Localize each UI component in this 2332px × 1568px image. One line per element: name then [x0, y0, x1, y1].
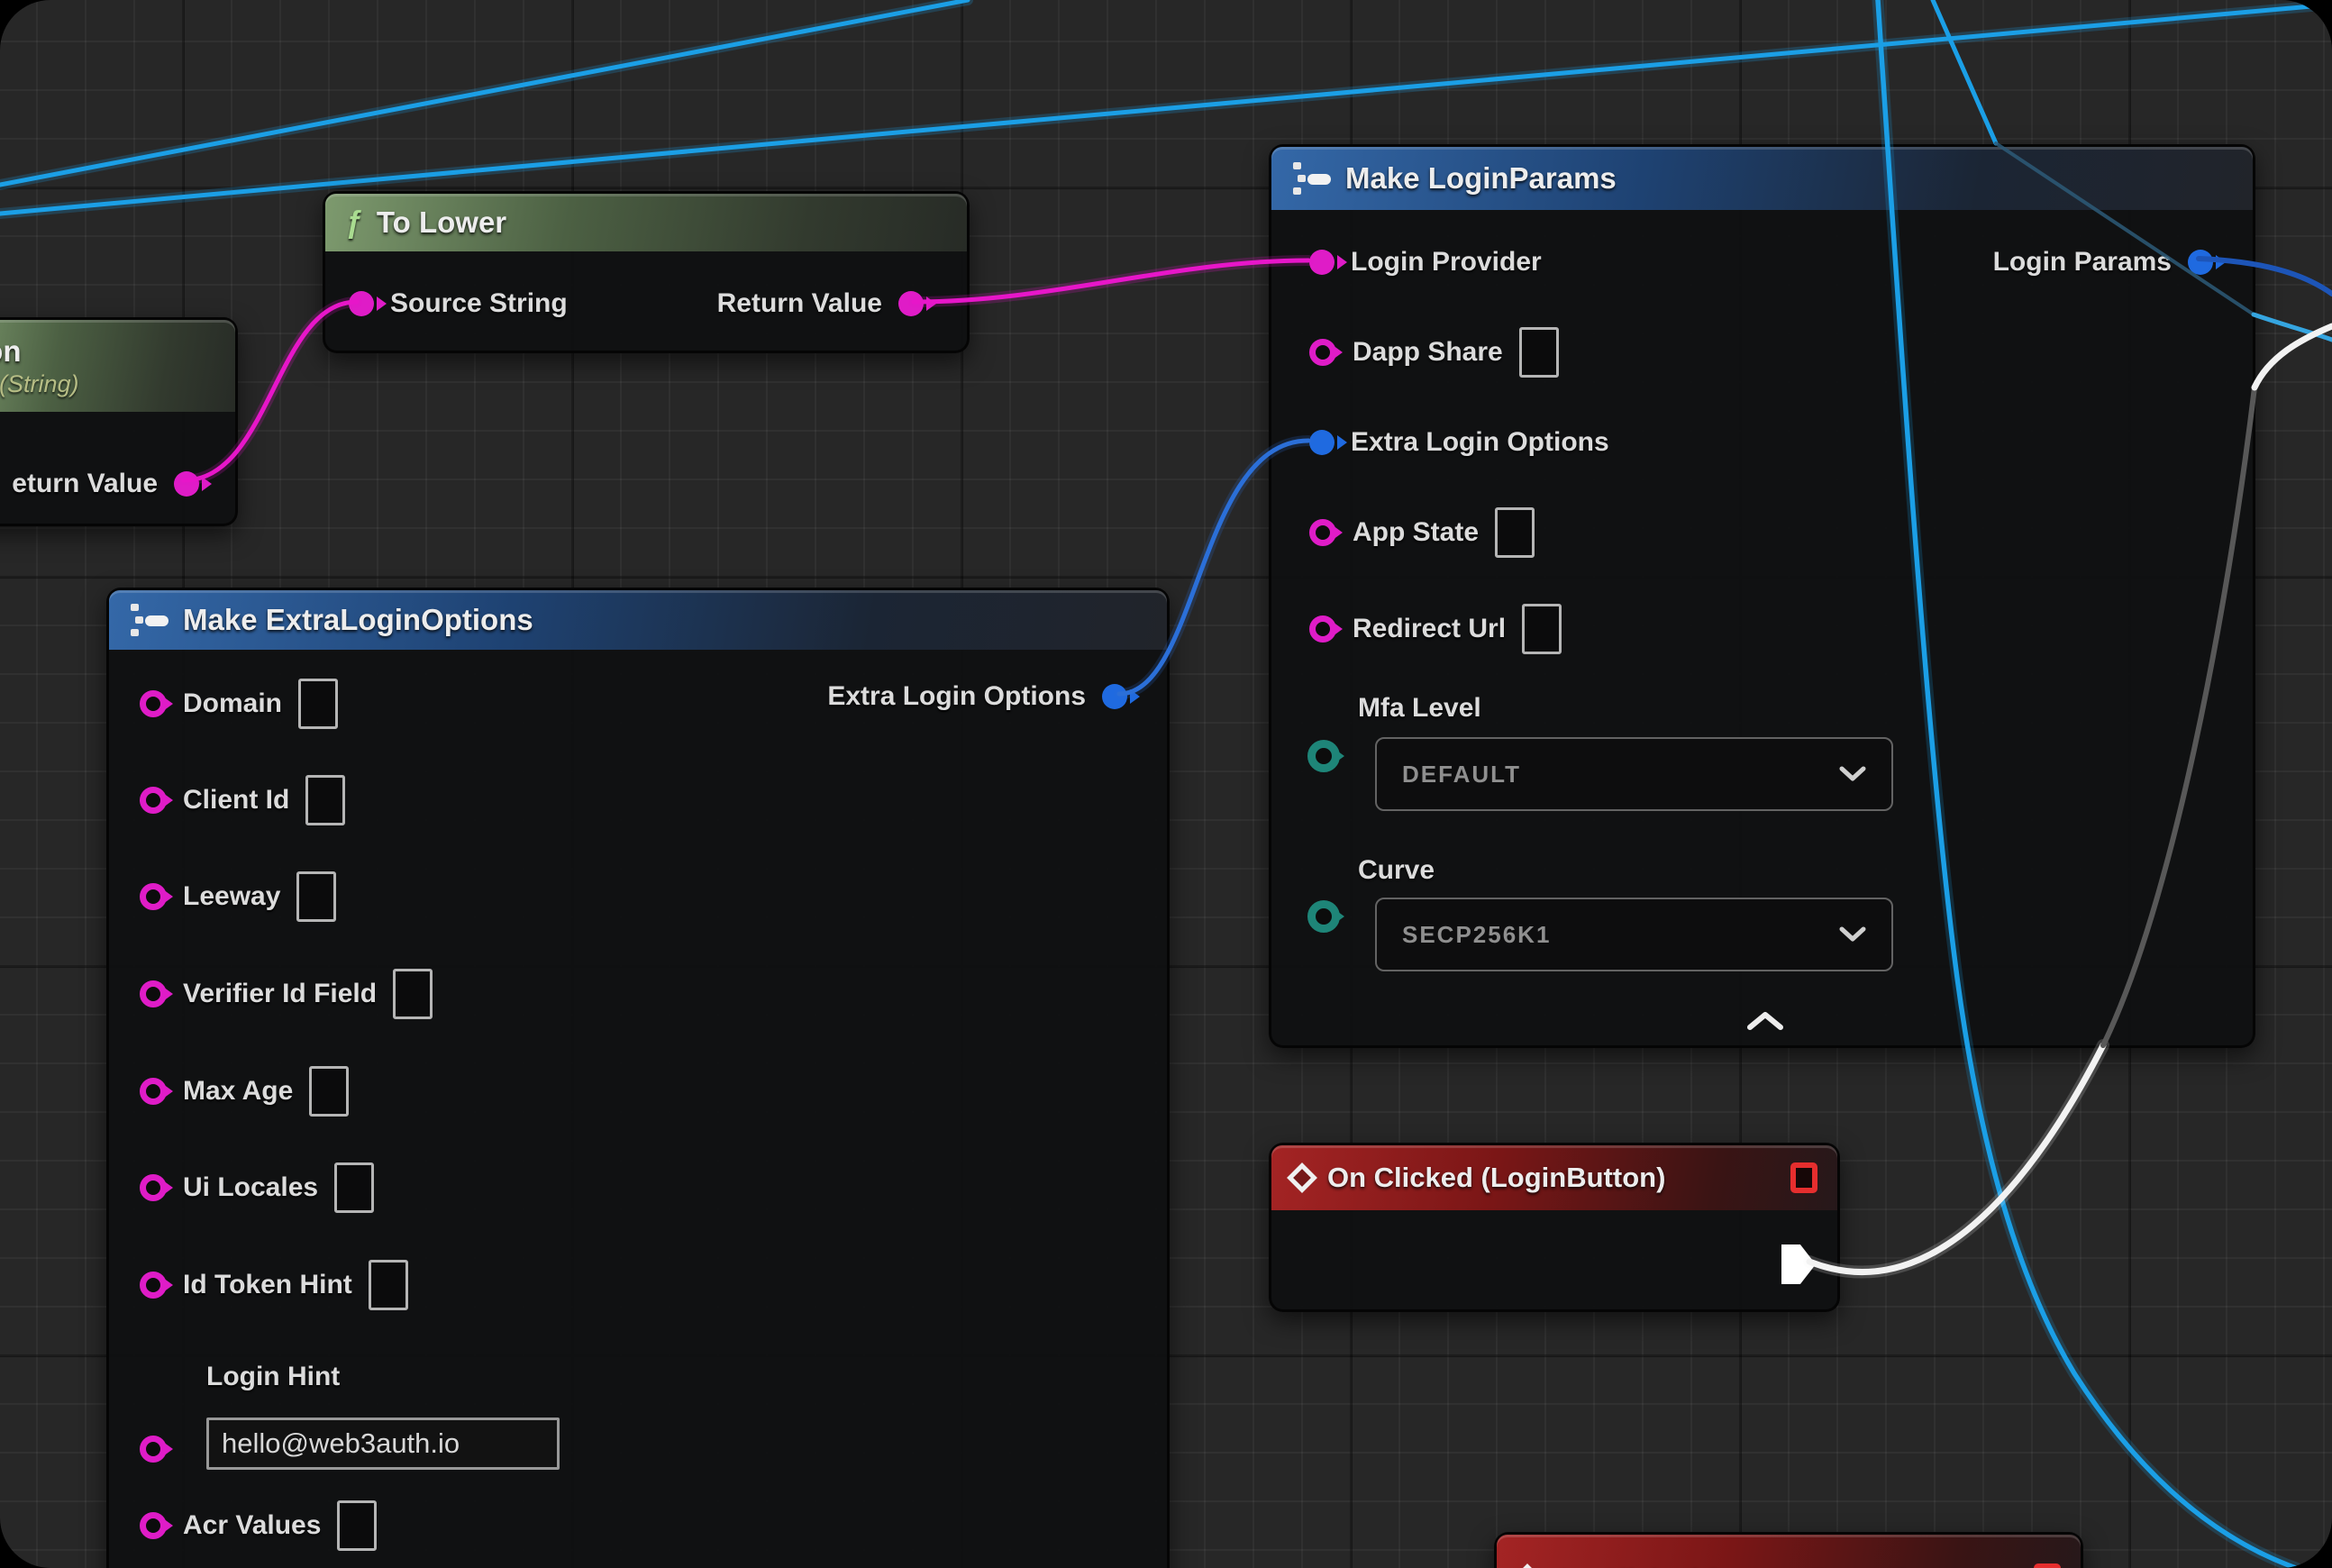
pin-label-leeway: Leeway [183, 881, 280, 912]
pin-label-verifier-id-field: Verifier Id Field [183, 979, 377, 1009]
pin-label-redirect-url: Redirect Url [1353, 614, 1506, 644]
value-box-max-age[interactable] [309, 1066, 349, 1117]
wire-blue-diagonal[interactable] [1933, 0, 1996, 143]
value-box-id-token-hint[interactable] [369, 1260, 408, 1310]
exec-output-pin[interactable] [1781, 1244, 1816, 1284]
node-subtitle: ox (String) [0, 370, 79, 398]
node-title: On Clicked (LoginButton) [1327, 1162, 1665, 1194]
wire-blue-top-a[interactable] [0, 0, 968, 185]
input-pin-client-id[interactable] [140, 787, 167, 814]
pin-label-ui-locales: Ui Locales [183, 1172, 318, 1203]
screenshot-stage: tion ox (String) eturn Value ƒ To Lower … [0, 0, 2332, 1568]
input-pin-login-provider[interactable] [1309, 250, 1335, 275]
value-box-leeway[interactable] [296, 871, 336, 922]
input-pin-curve[interactable] [1307, 900, 1340, 933]
value-box-domain[interactable] [298, 679, 338, 729]
node-title: To Lower [377, 205, 506, 240]
wire-magenta-tolower-to-loginprovider[interactable] [914, 260, 1308, 302]
chevron-down-icon [1839, 766, 1866, 782]
login-hint-input[interactable] [206, 1418, 560, 1470]
mfa-level-value: DEFAULT [1402, 761, 1521, 789]
input-pin-dapp-share[interactable] [1309, 339, 1336, 366]
output-pin-return-value[interactable] [898, 291, 924, 316]
wire-blue-top-a[interactable] [0, 0, 968, 185]
event-diamond-icon [1287, 1162, 1317, 1193]
pin-label-login-hint: Login Hint [206, 1362, 340, 1392]
curve-dropdown[interactable]: SECP256K1 [1375, 898, 1893, 971]
input-pin-redirect-url[interactable] [1309, 615, 1336, 643]
make-struct-icon [129, 604, 169, 636]
pin-label-login-params-out: Login Params [1993, 247, 2172, 278]
node-title: Make ExtraLoginOptions [183, 603, 533, 637]
pin-label-client-id: Client Id [183, 785, 289, 816]
wire-exec-white[interactable] [2255, 326, 2332, 387]
node-callback-partial[interactable]: tion ox (String) eturn Value [0, 317, 238, 526]
pin-label-source-string: Source String [390, 288, 568, 319]
input-pin-verifier-id-field[interactable] [140, 980, 167, 1007]
node-make-extra-login-options[interactable]: Make ExtraLoginOptions Extra Login Optio… [106, 588, 1170, 1568]
pin-label-extra-login-options-out: Extra Login Options [827, 681, 1086, 712]
value-box-acr-values[interactable] [337, 1500, 377, 1551]
node-title: tion [0, 334, 21, 369]
value-box-dapp-share[interactable] [1519, 327, 1559, 378]
make-struct-icon [1291, 162, 1331, 195]
pin-label-max-age: Max Age [183, 1076, 293, 1107]
node-to-lower[interactable]: ƒ To Lower Source String Return Value [323, 191, 970, 353]
output-pin-login-params[interactable] [2188, 250, 2213, 275]
value-box-verifier-id-field[interactable] [393, 969, 433, 1019]
input-pin-source-string[interactable] [349, 291, 374, 316]
value-box-ui-locales[interactable] [334, 1162, 374, 1213]
collapse-node-button[interactable] [1738, 1007, 1792, 1035]
delegate-pin-icon[interactable] [1790, 1162, 1817, 1193]
event-diamond-icon [1512, 1563, 1543, 1568]
value-box-app-state[interactable] [1495, 507, 1535, 558]
wire-magenta-tolower-to-loginprovider[interactable] [914, 260, 1308, 302]
pin-label-acr-values: Acr Values [183, 1510, 321, 1541]
output-pin-extra-login-options[interactable] [1102, 684, 1127, 709]
pin-label-return-value: eturn Value [12, 469, 158, 499]
pin-label-return-value: Return Value [717, 288, 882, 319]
wire-exec-white[interactable] [1809, 1045, 2103, 1272]
input-pin-acr-values[interactable] [140, 1512, 167, 1539]
pin-label-login-provider: Login Provider [1351, 247, 1542, 278]
input-pin-extra-login-options[interactable] [1309, 430, 1335, 455]
blueprint-graph-canvas[interactable]: tion ox (String) eturn Value ƒ To Lower … [0, 0, 2332, 1568]
node-title: On Clicked (LogoutButton) [1553, 1563, 1909, 1568]
input-pin-login-hint[interactable] [140, 1436, 167, 1463]
node-on-clicked-login-button[interactable]: On Clicked (LoginButton) [1269, 1143, 1840, 1312]
input-pin-id-token-hint[interactable] [140, 1272, 167, 1299]
delegate-pin-icon[interactable] [2034, 1563, 2061, 1568]
pin-label-curve: Curve [1358, 855, 1435, 886]
chevron-down-icon [1839, 926, 1866, 943]
node-title: Make LoginParams [1345, 161, 1617, 196]
value-box-redirect-url[interactable] [1522, 604, 1562, 654]
input-pin-ui-locales[interactable] [140, 1174, 167, 1201]
function-icon: ƒ [345, 205, 362, 241]
pin-label-dapp-share: Dapp Share [1353, 337, 1503, 368]
wire-blue-diagonal[interactable] [2254, 315, 2332, 340]
node-on-clicked-logout-button[interactable]: On Clicked (LogoutButton) [1494, 1532, 2083, 1568]
output-pin-return-value[interactable] [174, 471, 199, 497]
wire-exec-white[interactable] [1809, 1045, 2103, 1272]
input-pin-leeway[interactable] [140, 883, 167, 910]
chevron-up-icon [1746, 1011, 1784, 1031]
pin-label-app-state: App State [1353, 517, 1479, 548]
pin-label-domain: Domain [183, 688, 282, 719]
pin-label-extra-login-options: Extra Login Options [1351, 427, 1609, 458]
input-pin-max-age[interactable] [140, 1078, 167, 1105]
input-pin-mfa-level[interactable] [1307, 740, 1340, 772]
input-pin-domain[interactable] [140, 690, 167, 717]
curve-value: SECP256K1 [1402, 921, 1551, 949]
pin-label-id-token-hint: Id Token Hint [183, 1270, 352, 1300]
node-make-login-params[interactable]: Make LoginParams Login Params Login Prov… [1269, 144, 2255, 1048]
mfa-level-dropdown[interactable]: DEFAULT [1375, 737, 1893, 811]
value-box-client-id[interactable] [305, 775, 345, 825]
pin-label-mfa-level: Mfa Level [1358, 693, 1481, 724]
input-pin-app-state[interactable] [1309, 519, 1336, 546]
